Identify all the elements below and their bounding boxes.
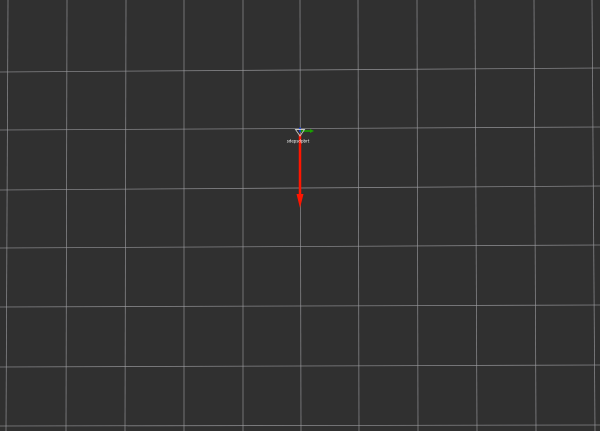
y-axis-arrow-head	[310, 129, 314, 133]
grid-line-horizontal	[0, 424, 600, 427]
grid-line-horizontal	[0, 244, 600, 249]
grid-line-vertical	[591, 0, 596, 431]
x-axis-arrow-head	[296, 194, 304, 208]
grid-line-vertical	[416, 0, 419, 431]
grid	[0, 0, 600, 431]
scene-canvas[interactable]: sdepsdpbrt	[0, 0, 600, 431]
frame-label: sdepsdpbrt	[287, 139, 310, 144]
grid-line-vertical	[65, 0, 68, 431]
3d-viewport[interactable]: sdepsdpbrt	[0, 0, 600, 431]
grid-line-vertical	[357, 0, 360, 431]
grid-line-vertical	[474, 0, 478, 431]
tf-frame[interactable]: sdepsdpbrt	[287, 127, 314, 209]
grid-line-horizontal	[0, 364, 600, 368]
grid-line-horizontal	[0, 304, 600, 308]
grid-line-vertical	[5, 0, 9, 431]
grid-line-vertical	[533, 0, 537, 431]
